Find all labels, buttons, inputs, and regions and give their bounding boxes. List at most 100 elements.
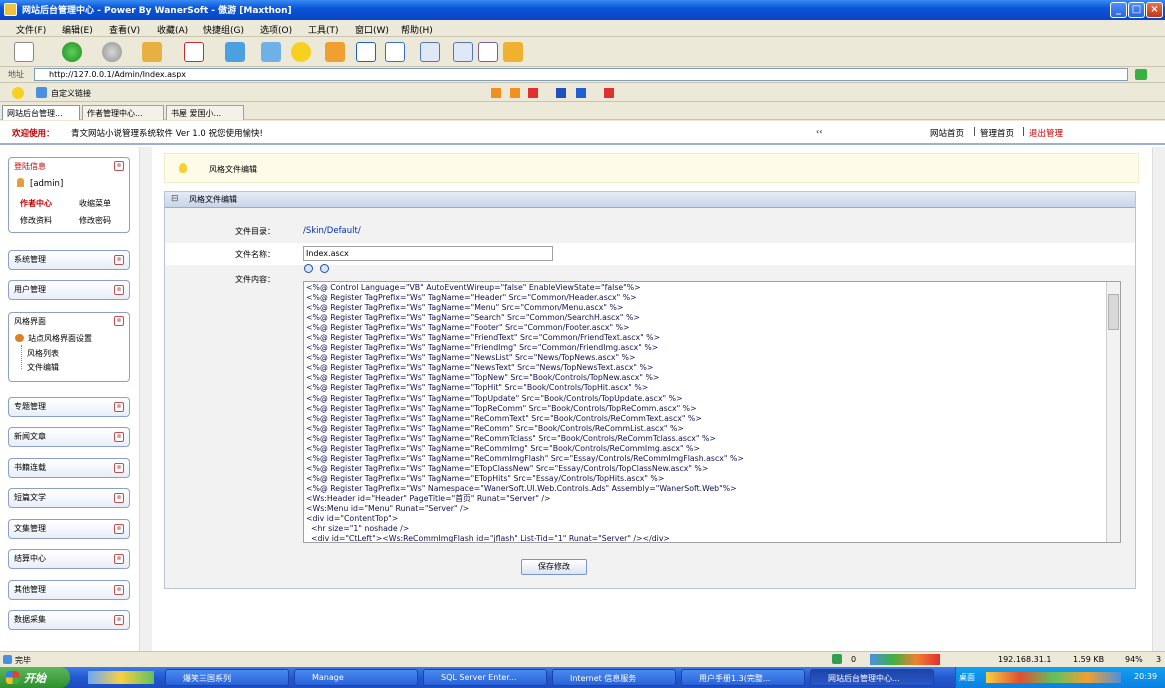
tab-admin-center[interactable]: 网站后台管理...: [2, 105, 80, 120]
sidebar-item-label: 专题管理: [14, 402, 46, 411]
zoom-out-icon[interactable]: [320, 264, 329, 273]
sidebar: 登陆信息 ⊗ [admin] 作者中心 收缩菜单 修改资料 修改密码 系统管理 ⊗…: [0, 147, 152, 651]
style-title: 风格界面: [14, 317, 46, 326]
task-item[interactable]: Manage: [294, 669, 418, 686]
textarea-scrollbar[interactable]: [1106, 282, 1120, 542]
menu-view[interactable]: 查看(V): [109, 23, 140, 36]
scroll-thumb[interactable]: [1108, 294, 1119, 330]
collapse-menu-link[interactable]: 收缩菜单: [79, 198, 111, 209]
window-titlebar[interactable]: 网站后台管理中心 - Power By WanerSoft - 傲游 [Maxt…: [0, 0, 1165, 20]
quick-launch-icons[interactable]: [88, 671, 154, 684]
plugin-icon[interactable]: [503, 42, 523, 62]
task-item-active[interactable]: 网站后台管理中心...: [810, 669, 934, 686]
home-icon[interactable]: [261, 42, 281, 62]
file-content-textarea[interactable]: <%@ Control Language="VB" AutoEventWireu…: [303, 281, 1121, 543]
sidebar-item-system[interactable]: 系统管理 ⊗: [8, 250, 130, 270]
sidebar-item-settlement[interactable]: 结算中心 ⊗: [8, 549, 130, 569]
link-site-home[interactable]: 网站首页: [930, 127, 964, 139]
collapse-arrow-icon[interactable]: ⊗: [114, 161, 124, 171]
collapse-toggle[interactable]: ‹‹: [816, 127, 822, 136]
status-tools-icons[interactable]: [870, 654, 940, 665]
user-name: [admin]: [30, 179, 64, 189]
style-list-link[interactable]: 风格列表: [27, 348, 59, 359]
menu-file[interactable]: 文件(F): [16, 23, 46, 36]
start-button[interactable]: 开始: [0, 667, 70, 688]
task-item[interactable]: 用户手册1.3(完整...: [681, 669, 805, 686]
split-view-icon[interactable]: [453, 42, 473, 62]
sidebar-item-label: 用户管理: [14, 285, 46, 294]
menu-favorites[interactable]: 收藏(A): [157, 23, 188, 36]
tile-icon[interactable]: [576, 88, 586, 98]
expand-arrow-icon: ⊗: [114, 493, 124, 503]
minimize-button[interactable]: _: [1110, 2, 1127, 18]
layout-icon[interactable]: [420, 42, 440, 62]
task-item[interactable]: Internet 信息服务: [552, 669, 676, 686]
next-tab-icon[interactable]: [510, 88, 520, 98]
menu-edit[interactable]: 编辑(E): [62, 23, 93, 36]
login-info-box: 登陆信息 ⊗ [admin] 作者中心 收缩菜单 修改资料 修改密码: [8, 157, 130, 233]
link-admin-home[interactable]: 管理首页: [980, 127, 1014, 139]
menu-tools[interactable]: 工具(T): [308, 23, 339, 36]
menu-window[interactable]: 窗口(W): [355, 23, 389, 36]
sidebar-item-users[interactable]: 用户管理 ⊗: [8, 280, 130, 300]
prev-tab-icon[interactable]: [491, 88, 501, 98]
product-info: 青文网站小说管理系统软件 Ver 1.0 祝您使用愉快!: [71, 129, 263, 139]
edit-password-link[interactable]: 修改密码: [79, 215, 111, 226]
sidebar-item-other[interactable]: 其他管理 ⊗: [8, 580, 130, 600]
add-favorite-icon[interactable]: [325, 42, 345, 62]
main-scrollbar[interactable]: [1152, 147, 1165, 651]
file-edit-link[interactable]: 文件编辑: [27, 362, 59, 373]
style-settings-link[interactable]: 站点风格界面设置: [28, 333, 92, 344]
collapse-arrow-icon[interactable]: ⊗: [114, 316, 124, 326]
favorites-star-icon[interactable]: [291, 42, 311, 62]
filename-input[interactable]: Index.ascx: [303, 246, 553, 261]
sidebar-item-collections[interactable]: 文集管理 ⊗: [8, 519, 130, 539]
status-count: 3: [1156, 655, 1162, 664]
link-logout[interactable]: 退出管理: [1029, 127, 1063, 139]
new-page-icon[interactable]: [14, 42, 34, 62]
zoom-in-icon[interactable]: [304, 264, 313, 273]
edit-profile-link[interactable]: 修改资料: [20, 215, 52, 226]
favorites-icon[interactable]: [12, 87, 24, 99]
window-icon[interactable]: [356, 42, 376, 62]
sidebar-item-news[interactable]: 新闻文章 ⊗: [8, 427, 130, 447]
tab-bookstore[interactable]: 书屋 爱国小...: [166, 105, 244, 120]
address-input[interactable]: http://127.0.0.1/Admin/Index.aspx: [34, 68, 1128, 81]
panel-toggle-icon[interactable]: ⊟: [171, 194, 179, 204]
windows-logo-icon: [6, 671, 19, 684]
go-icon[interactable]: [1135, 69, 1147, 80]
stop-icon[interactable]: [184, 42, 204, 62]
close-all-icon[interactable]: [604, 88, 614, 98]
menu-help[interactable]: 帮助(H): [401, 23, 433, 36]
save-icon[interactable]: [556, 88, 566, 98]
maximize-button[interactable]: □: [1128, 2, 1145, 18]
up-folder-icon[interactable]: [142, 42, 162, 62]
tray-icons[interactable]: [986, 672, 1121, 683]
save-changes-button[interactable]: 保存修改: [521, 559, 587, 575]
clock: 20:39: [1134, 672, 1158, 681]
forward-icon[interactable]: [102, 42, 122, 62]
close-tab-icon[interactable]: [528, 88, 538, 98]
task-item[interactable]: 爆笑三国系列: [165, 669, 289, 686]
sidebar-item-topics[interactable]: 专题管理 ⊗: [8, 397, 130, 417]
custom-links[interactable]: 自定义链接: [51, 88, 91, 99]
edit-icon[interactable]: [478, 42, 498, 62]
expand-arrow-icon: ⊗: [114, 255, 124, 265]
refresh-icon[interactable]: [225, 42, 245, 62]
tab-author-center[interactable]: 作者管理中心...: [82, 105, 164, 120]
link-separator: |: [973, 127, 976, 137]
sidebar-item-books[interactable]: 书籍连载 ⊗: [8, 458, 130, 478]
sidebar-item-data-collection[interactable]: 数据采集 ⊗: [8, 610, 130, 630]
sidebar-scrollbar[interactable]: [139, 147, 152, 651]
close-button[interactable]: ×: [1146, 2, 1163, 18]
back-icon[interactable]: [62, 42, 82, 62]
menu-options[interactable]: 选项(O): [260, 23, 292, 36]
sidebar-item-short-stories[interactable]: 短篇文学 ⊗: [8, 488, 130, 508]
desktop-label[interactable]: 桌面: [959, 672, 975, 683]
sidebar-item-label: 系统管理: [14, 255, 46, 264]
undo-icon[interactable]: [385, 42, 405, 62]
task-item[interactable]: SQL Server Enter...: [423, 669, 547, 686]
author-center-link[interactable]: 作者中心: [20, 198, 52, 209]
menu-groups[interactable]: 快捷组(G): [203, 23, 244, 36]
row-filename: 文件名称： Index.ascx: [165, 243, 1135, 265]
